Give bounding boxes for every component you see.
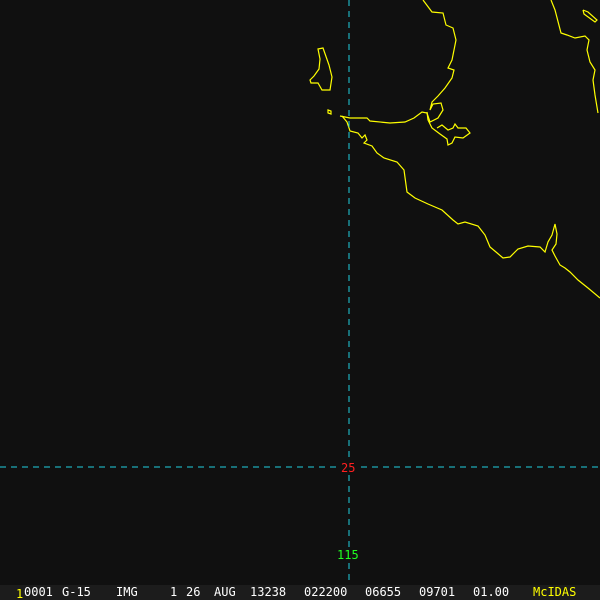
month: AUG	[214, 585, 236, 599]
source: IMG	[116, 585, 138, 599]
island-small-east	[582, 9, 598, 23]
line: 06655	[365, 585, 402, 599]
coastline-north	[339, 0, 457, 124]
status-bar: 1 0001 G-15 IMG 1 26 AUG 13238 022200 06…	[0, 585, 600, 600]
map-overlay	[0, 0, 600, 585]
day: 26	[186, 585, 201, 599]
island-west	[309, 47, 333, 91]
coastline-bay	[426, 111, 471, 146]
satellite: G-15	[62, 585, 91, 599]
mcidas-brand: McIDAS	[533, 585, 577, 599]
island-tiny	[327, 109, 332, 115]
resolution: 01.00	[473, 585, 510, 599]
coastline-south	[341, 115, 600, 299]
element: 09701	[419, 585, 456, 599]
julian-date: 13238	[250, 585, 287, 599]
band: 1	[170, 585, 178, 599]
frame-marker: 1	[16, 587, 24, 600]
longitude-label: 115	[337, 548, 359, 562]
satellite-image-frame: 25 115 1 0001 G-15 IMG 1 26 AUG 13238 02…	[0, 0, 600, 600]
time: 022200	[304, 585, 348, 599]
frame-number: 0001	[24, 585, 53, 599]
coastline-east	[550, 0, 599, 114]
latitude-label: 25	[341, 461, 356, 475]
